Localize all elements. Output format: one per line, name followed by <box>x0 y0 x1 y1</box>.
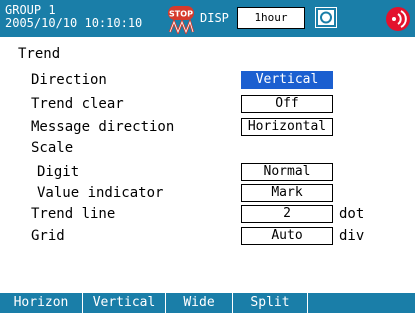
page-title: Trend <box>18 46 61 62</box>
setting-value-trend-line[interactable]: 2 <box>241 205 333 223</box>
setting-unit: dot <box>339 206 365 222</box>
softkey-bar: Horizon Vertical Wide Split <box>0 293 415 313</box>
softkey-horizon[interactable]: Horizon <box>0 293 83 313</box>
setting-label: Trend line <box>31 206 116 222</box>
setting-row-message-direction[interactable]: Message direction Horizontal <box>0 117 415 137</box>
setting-label: Grid <box>31 228 65 244</box>
status-header: GROUP 1 2005/10/10 10:10:10 STOP DISP 1h… <box>0 0 415 37</box>
setting-label: Direction <box>31 72 107 88</box>
recorder-screen: GROUP 1 2005/10/10 10:10:10 STOP DISP 1h… <box>0 0 415 313</box>
setting-value-value-indicator[interactable]: Mark <box>241 184 333 202</box>
setting-label: Trend clear <box>31 96 124 112</box>
softkey-split[interactable]: Split <box>233 293 308 313</box>
setting-row-trend-clear[interactable]: Trend clear Off <box>0 94 415 114</box>
setting-label: Scale <box>31 140 74 156</box>
setting-label: Value indicator <box>37 185 164 201</box>
svg-text:STOP: STOP <box>169 10 193 19</box>
setting-row-scale[interactable]: Scale <box>0 138 415 158</box>
setting-value-grid[interactable]: Auto <box>241 227 333 245</box>
setting-row-grid[interactable]: Grid Auto div <box>0 226 415 246</box>
softkey-wide[interactable]: Wide <box>166 293 233 313</box>
time-axis-value: 1hour <box>254 11 288 24</box>
alarm-icon <box>386 7 410 31</box>
setting-value-trend-clear[interactable]: Off <box>241 95 333 113</box>
disp-label: DISP <box>200 11 229 25</box>
setting-unit: div <box>339 228 365 244</box>
stop-recording-icon: STOP <box>168 6 195 34</box>
setting-label: Message direction <box>31 119 175 135</box>
setting-row-direction[interactable]: Direction Vertical <box>0 70 415 90</box>
setting-row-value-indicator[interactable]: Value indicator Mark <box>0 183 415 203</box>
setting-row-trend-line[interactable]: Trend line 2 dot <box>0 204 415 224</box>
setting-value-direction[interactable]: Vertical <box>241 71 333 89</box>
display-target-icon <box>316 8 336 27</box>
datetime: 2005/10/10 10:10:10 <box>5 16 143 30</box>
setting-value-digit[interactable]: Normal <box>241 163 333 181</box>
setting-label: Digit <box>37 164 80 180</box>
time-axis-box[interactable]: 1hour <box>237 7 305 29</box>
softkey-vertical[interactable]: Vertical <box>83 293 166 313</box>
display-target-button[interactable] <box>313 5 339 30</box>
setting-row-digit[interactable]: Digit Normal <box>0 162 415 182</box>
setting-value-message-direction[interactable]: Horizontal <box>241 118 333 136</box>
